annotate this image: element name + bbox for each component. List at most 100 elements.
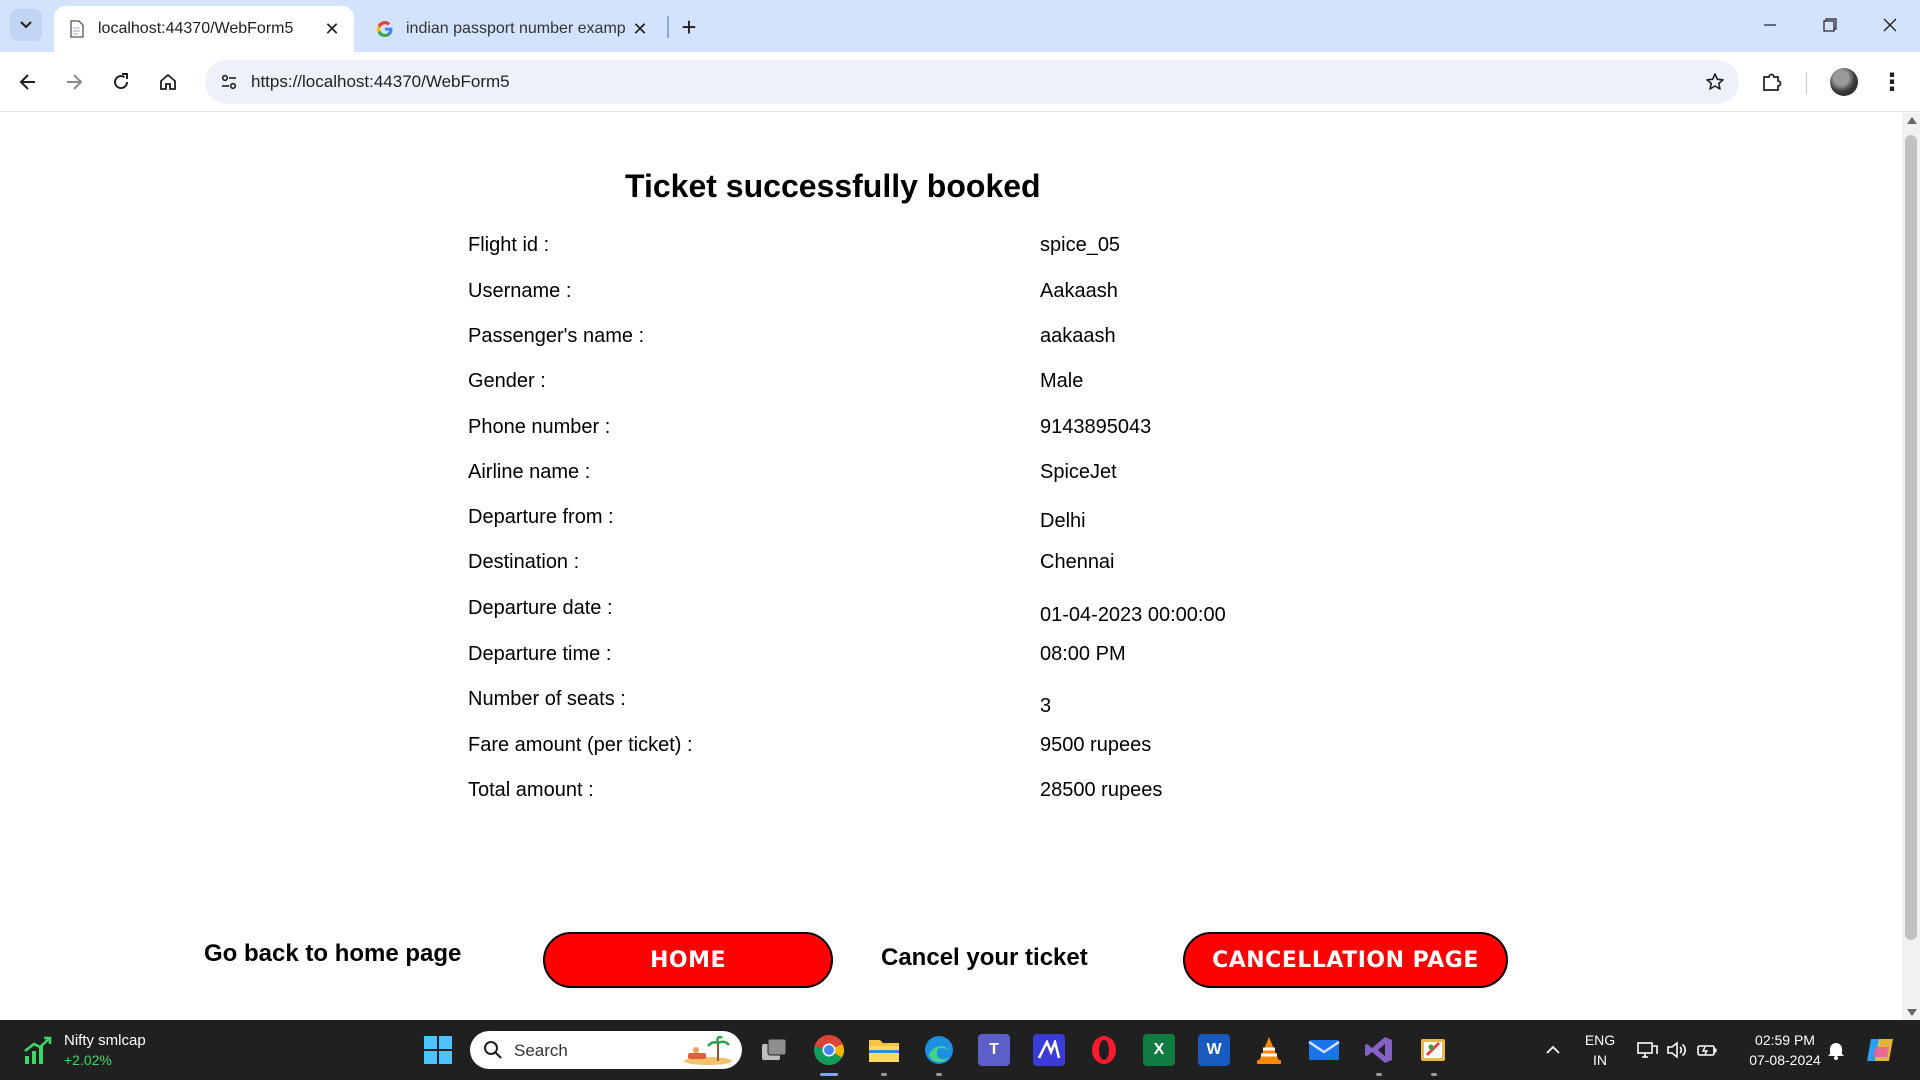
tab-webform5[interactable]: localhost:44370/WebForm5 ✕ xyxy=(54,6,354,52)
region-indicator: IN xyxy=(1593,1052,1607,1068)
home-icon[interactable] xyxy=(148,62,188,102)
taskbar-search-box[interactable]: Search xyxy=(470,1031,742,1069)
extensions-puzzle-icon[interactable] xyxy=(1758,68,1786,96)
windows-taskbar: Nifty smlcap +2.02% Search T X W ENG IN … xyxy=(0,1020,1920,1080)
flight-id-label: Flight id : xyxy=(468,234,550,256)
reload-icon[interactable] xyxy=(101,62,141,102)
username-value: Aakaash xyxy=(1040,280,1118,302)
home-prompt-text: Go back to home page xyxy=(204,940,462,967)
forward-icon[interactable] xyxy=(54,62,94,102)
departure-date-value: 01-04-2023 00:00:00 xyxy=(1040,604,1226,626)
home-button[interactable]: HOME xyxy=(543,932,833,988)
widget-title[interactable]: Nifty smlcap xyxy=(64,1032,146,1049)
tab-google-search[interactable]: indian passport number examp ✕ xyxy=(362,6,662,52)
page-title: Ticket successfully booked xyxy=(625,168,1041,204)
word-icon[interactable]: W xyxy=(1198,1034,1230,1066)
cancellation-page-button[interactable]: CANCELLATION PAGE xyxy=(1183,932,1508,988)
cancel-prompt-text: Cancel your ticket xyxy=(881,944,1088,971)
number-of-seats-label: Number of seats : xyxy=(468,688,626,710)
search-highlight-illustration-icon xyxy=(684,1035,732,1065)
scrollbar-thumb[interactable] xyxy=(1905,135,1917,940)
search-placeholder: Search xyxy=(514,1041,568,1060)
profile-avatar[interactable] xyxy=(1830,68,1858,96)
departure-time-label: Departure time : xyxy=(468,643,612,665)
stock-chart-icon[interactable] xyxy=(22,1034,54,1066)
airline-name-label: Airline name : xyxy=(468,461,591,483)
total-amount-value: 28500 rupees xyxy=(1040,779,1163,801)
total-amount-label: Total amount : xyxy=(468,779,594,801)
vertical-scrollbar[interactable] xyxy=(1902,113,1920,1020)
close-tab-icon[interactable]: ✕ xyxy=(628,17,652,41)
departure-time-value: 08:00 PM xyxy=(1040,643,1126,665)
show-hidden-icons-chevron-icon[interactable] xyxy=(1537,1034,1569,1066)
running-indicator xyxy=(1431,1073,1437,1076)
task-view-icon[interactable] xyxy=(758,1034,790,1066)
search-icon xyxy=(482,1039,504,1061)
flight-id-value: spice_05 xyxy=(1040,234,1121,256)
paint-app-icon[interactable] xyxy=(1418,1034,1450,1066)
passenger-name-label: Passenger's name : xyxy=(468,325,645,347)
chevron-down-icon xyxy=(20,21,32,29)
departure-from-label: Departure from : xyxy=(468,506,614,528)
mail-icon[interactable] xyxy=(1308,1034,1340,1066)
tab-title: indian passport number examp xyxy=(406,20,626,37)
gender-value: Male xyxy=(1040,370,1084,392)
running-indicator xyxy=(820,1073,838,1076)
file-explorer-icon[interactable] xyxy=(868,1034,900,1066)
bookmark-star-icon[interactable] xyxy=(1703,70,1727,94)
tab-search-button[interactable] xyxy=(10,9,42,41)
language-indicator[interactable]: ENG xyxy=(1580,1032,1620,1048)
more-menu-icon[interactable]: ⋮ xyxy=(1880,68,1904,96)
teams-icon[interactable]: T xyxy=(978,1034,1010,1066)
running-indicator xyxy=(936,1073,942,1076)
excel-icon[interactable]: X xyxy=(1143,1034,1175,1066)
browser-toolbar: https://localhost:44370/WebForm5 ⋮ xyxy=(0,52,1920,112)
site-settings-icon[interactable] xyxy=(217,70,241,94)
visual-studio-icon[interactable] xyxy=(1363,1034,1395,1066)
vs-code-like-icon[interactable] xyxy=(1033,1034,1065,1066)
airline-name-value: SpiceJet xyxy=(1040,461,1117,483)
username-label: Username : xyxy=(468,280,572,302)
back-icon[interactable] xyxy=(8,62,48,102)
scroll-down-arrow-icon[interactable] xyxy=(1907,1009,1917,1016)
close-tab-icon[interactable]: ✕ xyxy=(320,17,344,41)
network-icon[interactable] xyxy=(1631,1034,1663,1066)
fare-amount-value: 9500 rupees xyxy=(1040,734,1152,756)
new-tab-button[interactable]: + xyxy=(674,12,704,42)
passenger-name-value: aakaash xyxy=(1040,325,1116,347)
number-of-seats-value: 3 xyxy=(1040,695,1052,717)
page-icon xyxy=(68,20,86,38)
departure-date-label: Departure date : xyxy=(468,597,613,619)
restore-icon[interactable] xyxy=(1800,0,1860,50)
edge-icon[interactable] xyxy=(923,1034,955,1066)
opera-icon[interactable] xyxy=(1088,1034,1120,1066)
vlc-icon[interactable] xyxy=(1253,1034,1285,1066)
battery-icon[interactable] xyxy=(1691,1034,1723,1066)
scroll-up-arrow-icon[interactable] xyxy=(1907,117,1917,124)
widget-change: +2.02% xyxy=(64,1052,112,1068)
phone-number-label: Phone number : xyxy=(468,416,611,438)
page-content: Ticket successfully booked Flight id : s… xyxy=(0,113,1902,1020)
windows-start-icon[interactable] xyxy=(422,1034,454,1066)
running-indicator xyxy=(881,1073,887,1076)
tab-divider xyxy=(667,16,669,38)
chrome-icon[interactable] xyxy=(813,1034,845,1066)
copilot-icon[interactable] xyxy=(1864,1034,1896,1066)
toolbar-divider xyxy=(1806,72,1807,94)
volume-icon[interactable] xyxy=(1661,1034,1693,1066)
destination-value: Chennai xyxy=(1040,551,1115,573)
running-indicator xyxy=(1376,1073,1382,1076)
departure-from-value: Delhi xyxy=(1040,510,1086,532)
minimize-icon[interactable] xyxy=(1740,0,1800,50)
browser-tab-strip: localhost:44370/WebForm5 ✕ indian passpo… xyxy=(0,0,1920,52)
google-icon xyxy=(376,20,394,38)
phone-number-value: 9143895043 xyxy=(1040,416,1152,438)
close-window-icon[interactable] xyxy=(1860,0,1920,50)
gender-label: Gender : xyxy=(468,370,546,392)
url-text: https://localhost:44370/WebForm5 xyxy=(251,72,510,91)
destination-label: Destination : xyxy=(468,551,580,573)
tab-title: localhost:44370/WebForm5 xyxy=(98,20,294,37)
fare-amount-label: Fare amount (per ticket) : xyxy=(468,734,693,756)
address-bar[interactable]: https://localhost:44370/WebForm5 xyxy=(205,60,1739,104)
notification-bell-icon[interactable] xyxy=(1820,1034,1852,1066)
